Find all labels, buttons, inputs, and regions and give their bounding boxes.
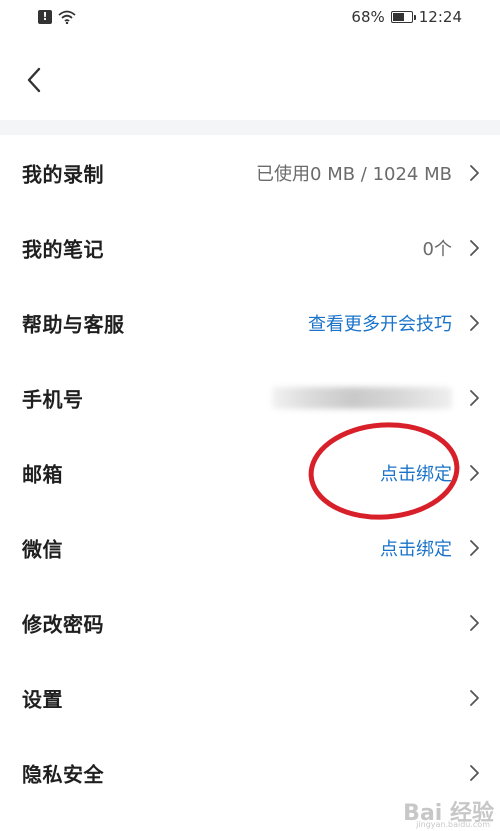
annotation-circle	[308, 422, 460, 520]
menu-item-label: 我的录制	[22, 162, 104, 186]
menu-item-settings[interactable]: 设置	[0, 660, 500, 735]
menu-item-label: 邮箱	[22, 462, 63, 486]
menu-item-my-notes[interactable]: 我的笔记 0个	[0, 210, 500, 285]
chevron-right-icon	[470, 464, 479, 481]
battery-percent: 68%	[351, 8, 385, 26]
chevron-left-icon	[27, 67, 41, 93]
notes-count-value: 0个	[422, 238, 452, 260]
alert-icon: !	[38, 10, 52, 24]
menu-item-label: 我的笔记	[22, 237, 104, 261]
status-bar-right: 68% 12:24	[351, 8, 462, 26]
menu-item-label: 修改密码	[22, 612, 104, 636]
section-divider	[0, 120, 500, 135]
chevron-right-icon	[470, 539, 479, 556]
storage-usage-value: 已使用0 MB / 1024 MB	[256, 163, 452, 185]
chevron-right-icon	[470, 689, 479, 706]
chevron-right-icon	[470, 389, 479, 406]
battery-icon	[390, 11, 416, 23]
menu-item-label: 隐私安全	[22, 762, 104, 786]
nav-bar	[0, 38, 500, 120]
help-tips-link[interactable]: 查看更多开会技巧	[308, 310, 452, 336]
menu-item-label: 设置	[22, 687, 63, 711]
menu-item-label: 微信	[22, 537, 63, 561]
clock: 12:24	[418, 8, 462, 26]
chevron-right-icon	[470, 314, 479, 331]
battery-level-fill	[392, 13, 405, 21]
watermark: Bai 经验 jingyan.baidu.com	[403, 795, 494, 829]
menu-item-help-support[interactable]: 帮助与客服 查看更多开会技巧	[0, 285, 500, 360]
chevron-right-icon	[470, 764, 479, 781]
profile-settings-screen: ! 68% 12:24 我的录制 已使用0 MB / 1024 MB 我的笔记 …	[0, 0, 500, 831]
menu-item-label: 手机号	[22, 387, 84, 411]
watermark-url: jingyan.baidu.com	[416, 820, 490, 829]
menu-item-label: 帮助与客服	[22, 312, 125, 336]
chevron-right-icon	[470, 164, 479, 181]
menu-item-change-password[interactable]: 修改密码	[0, 585, 500, 660]
back-button[interactable]	[14, 60, 54, 100]
bind-wechat-link[interactable]: 点击绑定	[380, 535, 452, 561]
wifi-icon	[58, 10, 76, 24]
status-bar: ! 68% 12:24	[0, 0, 500, 38]
chevron-right-icon	[470, 239, 479, 256]
chevron-right-icon	[470, 614, 479, 631]
blurred-phone-number	[272, 386, 452, 409]
status-bar-left: !	[38, 10, 76, 24]
menu-item-my-recordings[interactable]: 我的录制 已使用0 MB / 1024 MB	[0, 135, 500, 210]
